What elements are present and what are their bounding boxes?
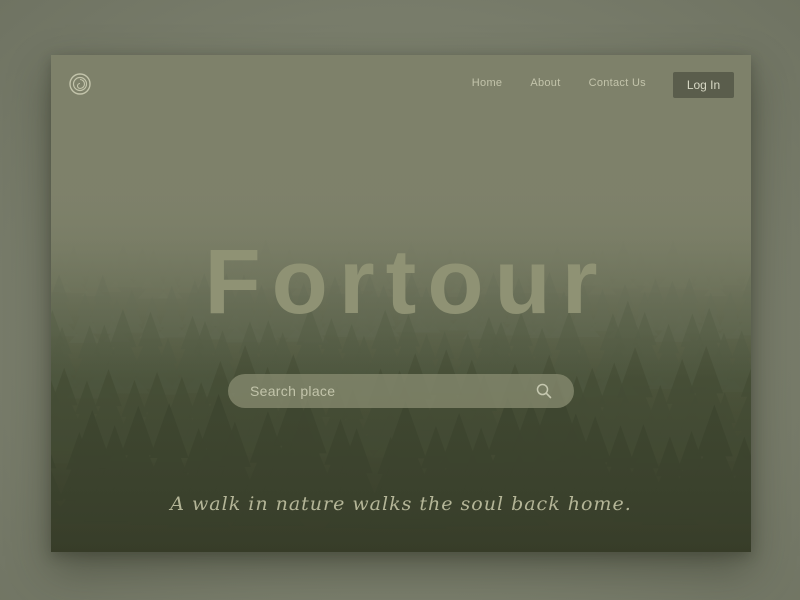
search-icon[interactable] <box>534 381 554 401</box>
nav-contact-link[interactable]: Contact Us <box>589 77 646 89</box>
main-nav: Home About Contact Us <box>472 77 646 89</box>
hero-frame: Home About Contact Us Log In Fortour A w… <box>51 55 751 552</box>
spiral-logo-icon[interactable] <box>69 73 91 95</box>
nav-about-link[interactable]: About <box>530 77 560 89</box>
hero-tagline: A walk in nature walks the soul back hom… <box>170 493 632 515</box>
nav-home-link[interactable]: Home <box>472 77 503 89</box>
login-button[interactable]: Log In <box>673 72 734 98</box>
search-bar <box>228 374 574 408</box>
search-input[interactable] <box>248 382 534 400</box>
hero-title: Fortour <box>204 231 609 333</box>
